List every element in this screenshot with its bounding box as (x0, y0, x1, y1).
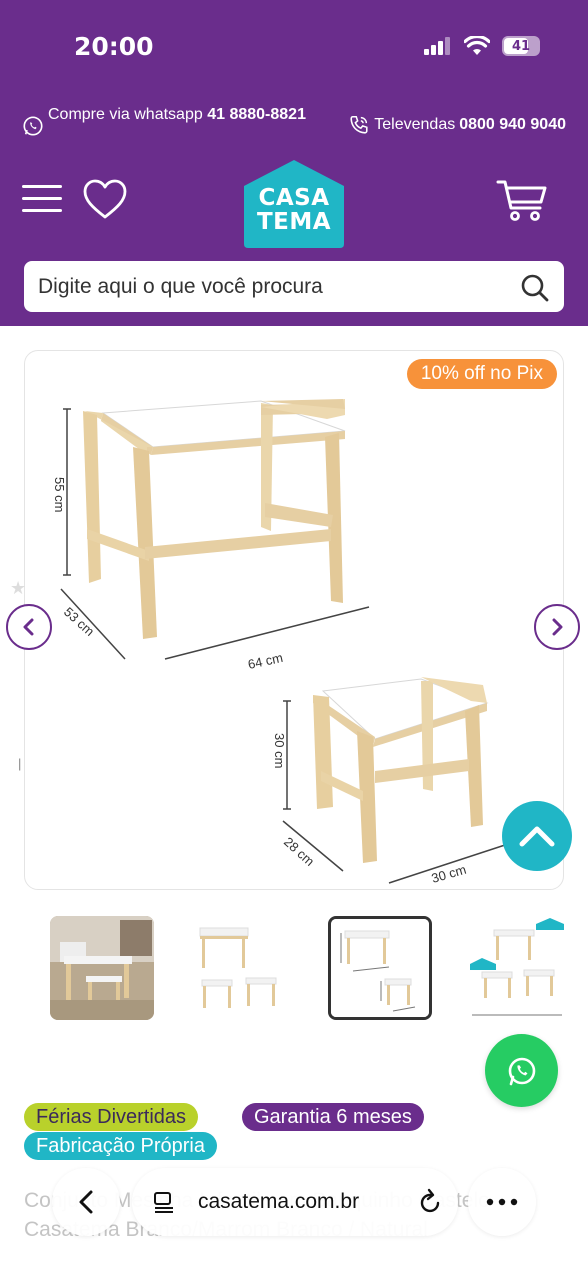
battery-level: 41 (511, 38, 531, 54)
table-height-label: 55 cm (52, 477, 67, 512)
gallery-next-button[interactable] (534, 604, 580, 650)
televendas-contact[interactable]: Televendas 0800 940 9040 (348, 114, 566, 136)
stool-height-label: 30 cm (272, 733, 287, 768)
browser-address-bar[interactable]: casatema.com.br (132, 1168, 458, 1236)
product-dimension-image: 55 cm 53 cm 64 cm 30 cm 28 cm 30 cm (52, 399, 506, 886)
chevron-left-icon (79, 1190, 93, 1214)
status-time: 20:00 (74, 32, 154, 61)
whatsapp-contact[interactable]: Compre via whatsapp 41 8880-8821 (22, 104, 312, 137)
contact-row: Compre via whatsapp 41 8880-8821 Televen… (22, 104, 570, 148)
heart-icon[interactable] (82, 178, 128, 220)
nav-row: CASA TEMA (0, 152, 588, 252)
search-box[interactable] (24, 261, 564, 312)
scroll-to-top-button[interactable] (502, 801, 572, 871)
chevron-right-icon (552, 618, 563, 636)
status-bar: 20:00 41 (0, 0, 588, 96)
casatema-logo[interactable]: CASA TEMA (240, 158, 348, 248)
tag-fabricacao-propria[interactable]: Fabricação Própria (24, 1132, 217, 1160)
search-input[interactable] (38, 261, 508, 312)
tag-ferias-divertidas[interactable]: Férias Divertidas (24, 1103, 199, 1131)
hamburger-menu-icon[interactable] (22, 185, 62, 215)
more-dots-icon (486, 1198, 518, 1206)
search-icon[interactable] (520, 273, 550, 303)
browser-more-button[interactable] (468, 1168, 536, 1236)
whatsapp-chat-button[interactable] (485, 1034, 558, 1107)
whatsapp-label: Compre via whatsapp (48, 106, 203, 123)
chevron-left-icon (23, 618, 34, 636)
thumbnail-3-selected[interactable] (328, 916, 432, 1020)
battery-icon: 41 (502, 36, 540, 56)
televendas-number: 0800 940 9040 (459, 116, 566, 133)
wifi-icon (464, 36, 490, 55)
stool-drawing (313, 677, 489, 863)
edge-text-mark: | (18, 756, 22, 771)
browser-url: casatema.com.br (198, 1190, 360, 1213)
thumbnail-1[interactable] (50, 916, 154, 1020)
thumbnail-4[interactable] (466, 916, 570, 1020)
stool-width-label: 30 cm (430, 862, 468, 886)
stool-depth-label: 28 cm (281, 834, 317, 869)
chevron-up-icon (519, 826, 555, 847)
signal-icon (424, 37, 450, 55)
product-image-card[interactable]: 55 cm 53 cm 64 cm 30 cm 28 cm 30 cm 10% … (24, 350, 564, 890)
logo-line-2: TEMA (256, 209, 332, 235)
phone-icon (350, 115, 368, 134)
thumbnail-strip (48, 916, 588, 1022)
table-width-label: 64 cm (247, 650, 285, 672)
logo-line-1: CASA (258, 185, 330, 211)
site-header: 20:00 41 Compre via whatsapp 41 8880-882… (0, 0, 588, 326)
whatsapp-icon (23, 116, 43, 136)
thumbnail-2[interactable] (188, 916, 292, 1020)
dimension-lines (60, 408, 506, 884)
reload-icon[interactable] (418, 1188, 444, 1216)
status-icons: 41 (424, 36, 540, 56)
cart-icon[interactable] (496, 178, 548, 222)
star-icon: ★ (10, 578, 27, 598)
table-drawing (83, 399, 346, 639)
gallery-prev-button[interactable] (6, 604, 52, 650)
browser-toolbar: casatema.com.br (0, 1160, 588, 1280)
whatsapp-icon (508, 1057, 535, 1085)
pix-discount-badge: 10% off no Pix (406, 359, 557, 389)
page-menu-icon (154, 1192, 173, 1213)
browser-back-button[interactable] (52, 1168, 120, 1236)
televendas-label: Televendas (374, 116, 456, 133)
tag-garantia[interactable]: Garantia 6 meses (242, 1103, 424, 1131)
whatsapp-number: 41 8880-8821 (207, 106, 306, 123)
